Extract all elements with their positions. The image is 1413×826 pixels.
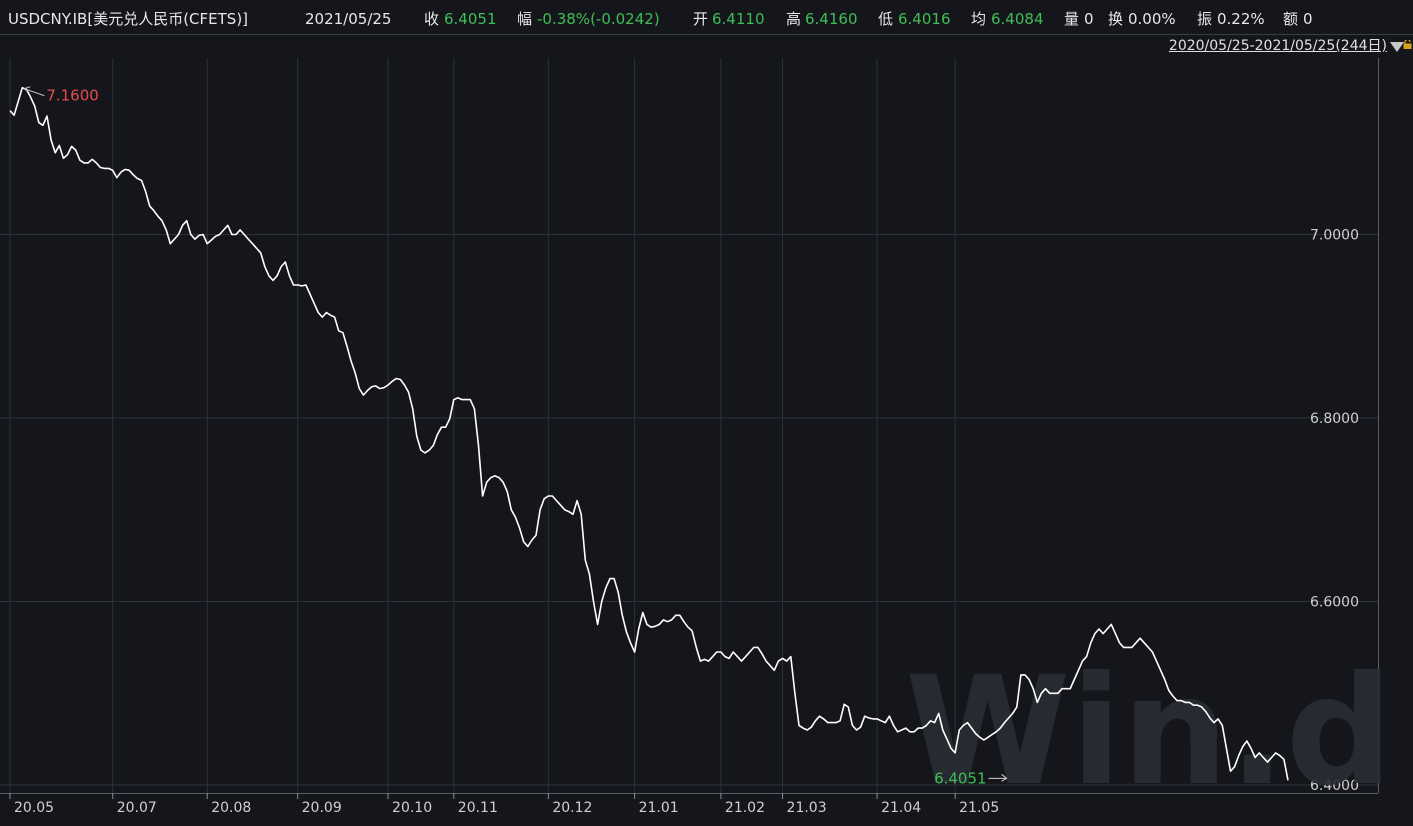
x-tick-label: 20.09	[302, 800, 342, 816]
x-tick-label: 21.01	[639, 800, 679, 816]
x-tick-label: 21.03	[787, 800, 827, 816]
x-tick-label: 20.05	[14, 800, 54, 816]
last-value-label: 6.4051	[934, 769, 987, 787]
max-value-label: 7.1600	[46, 87, 99, 105]
x-tick-label: 21.02	[725, 800, 765, 816]
y-tick-label: 7.0000	[1310, 228, 1359, 244]
x-tick-label: 20.11	[458, 800, 498, 816]
y-tick-label: 6.6000	[1310, 595, 1359, 611]
x-tick-label: 20.07	[117, 800, 157, 816]
x-tick-label: 20.10	[392, 800, 432, 816]
x-tick-label: 20.12	[552, 800, 592, 816]
line-chart: 7.00006.80006.60006.400020.05 20.07 20.08 2…	[0, 34, 1413, 819]
y-tick-label: 6.8000	[1310, 411, 1359, 427]
x-tick-label: 20.08	[211, 800, 251, 816]
watermark-logo: Win.d	[905, 645, 1393, 819]
